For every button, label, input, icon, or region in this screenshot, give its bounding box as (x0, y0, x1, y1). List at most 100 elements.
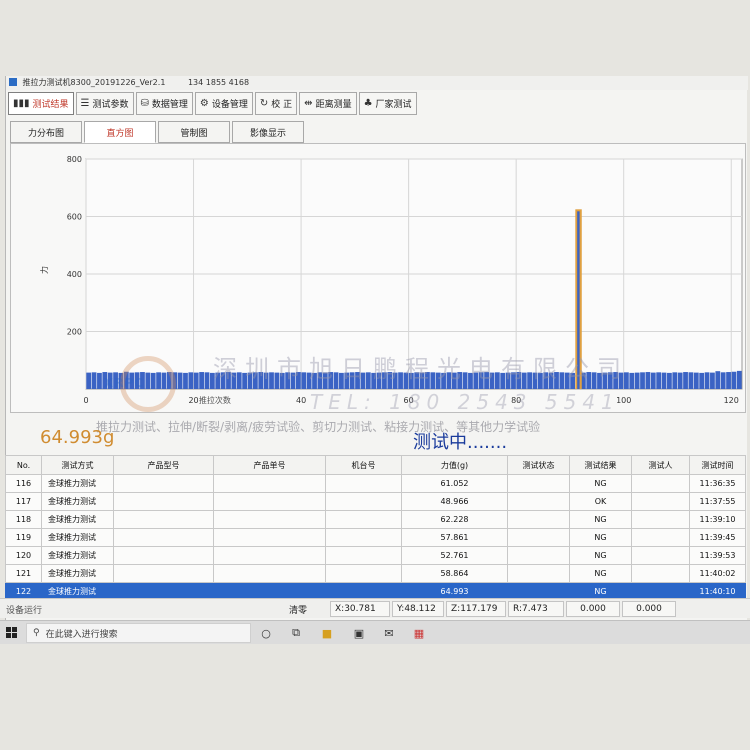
histogram-bar (699, 372, 705, 389)
column-header[interactable]: 产品单号 (213, 455, 326, 475)
table-row[interactable]: 117 金球推力测试 48.966 OK 11:37:55 (5, 492, 746, 511)
column-header[interactable]: 测试时间 (689, 455, 746, 475)
y-tick-label: 800 (67, 155, 82, 164)
table-cell: 11:39:45 (689, 528, 746, 547)
histogram-bar (204, 372, 210, 389)
table-row[interactable]: 120 金球推力测试 52.761 NG 11:39:53 (5, 546, 746, 565)
toolbar-button-data-management[interactable]: ⛁ 数据管理 (135, 92, 193, 115)
windows-start-icon[interactable] (6, 627, 18, 639)
watermark-company: 深圳市旭日鹏程光电有限公司 (213, 355, 629, 383)
histogram-bar (693, 372, 699, 389)
table-cell: 金球推力测试 (41, 546, 114, 565)
gears-icon: ⚙ (199, 98, 209, 109)
sliders-icon: ☰ (80, 98, 90, 109)
mail-icon[interactable]: ✉ (380, 625, 398, 641)
table-cell: 金球推力测试 (41, 564, 114, 583)
watermark-logo-text: XRPC (104, 376, 145, 390)
store-icon[interactable]: ▣ (350, 625, 368, 641)
table-cell (213, 546, 326, 565)
toolbar-button-test-params[interactable]: ☰ 测试参数 (75, 92, 134, 115)
tab-control-chart[interactable]: 管制图 (158, 121, 230, 143)
tab-image-display[interactable]: 影像显示 (232, 121, 304, 143)
column-header[interactable]: 产品型号 (113, 455, 214, 475)
column-header[interactable]: 机台号 (325, 455, 402, 475)
table-cell (631, 564, 690, 583)
app-taskbar-icon[interactable]: ▦ (410, 625, 428, 641)
table-cell (631, 546, 690, 565)
table-cell: 119 (5, 528, 42, 547)
histogram-bar (640, 372, 645, 389)
histogram-bar (650, 372, 656, 389)
force-readout: 64.993g (40, 427, 115, 448)
toolbar-button-distance-measure[interactable]: ⇹ 距离测量 (299, 92, 357, 115)
table-cell (325, 510, 402, 529)
histogram-bar (629, 372, 635, 389)
x-tick-label: 120 (724, 396, 739, 405)
histogram-bar (634, 372, 640, 389)
column-header[interactable]: No. (5, 455, 42, 475)
x-tick-label: 20 (188, 396, 198, 405)
table-row[interactable]: 118 金球推力测试 62.228 NG 11:39:10 (5, 510, 746, 529)
table-cell (325, 492, 402, 511)
search-placeholder: 在此键入进行搜索 (45, 629, 118, 640)
table-row[interactable]: 121 金球推力测试 58.864 NG 11:40:02 (5, 564, 746, 583)
histogram-bar (704, 372, 710, 389)
main-toolbar: ▮▮▮ 测试结果 ☰ 测试参数 ⛁ 数据管理 ⚙ 设备管理 ↻ 校 正 ⇹ 距离… (8, 92, 417, 115)
phone-number: 134 1855 4168 (187, 78, 250, 87)
taskbar-search-input[interactable]: ⚲ 在此键入进行搜索 (26, 623, 251, 643)
table-cell: 金球推力测试 (41, 528, 114, 547)
refresh-icon: ↻ (259, 98, 269, 109)
table-cell (325, 546, 402, 565)
table-cell: 金球推力测试 (41, 474, 114, 493)
table-row[interactable]: 116 金球推力测试 61.052 NG 11:36:35 (5, 474, 746, 493)
toolbar-button-calibrate[interactable]: ↻ 校 正 (254, 92, 298, 115)
tab-force-distribution[interactable]: 力分布图 (10, 121, 82, 143)
column-header[interactable]: 测试结果 (569, 455, 632, 475)
table-cell (213, 492, 326, 511)
x-tick-label: 0 (83, 396, 88, 405)
table-cell (507, 564, 570, 583)
table-cell (507, 474, 570, 493)
table-body: 116 金球推力测试 61.052 NG 11:36:35 117 金球推力测试 48.966… (5, 474, 746, 601)
column-header[interactable]: 测试状态 (507, 455, 570, 475)
clear-button[interactable]: 清零 (285, 601, 329, 617)
histogram-bar (188, 372, 194, 389)
toolbar-button-device-management[interactable]: ⚙ 设备管理 (194, 92, 253, 115)
title-bar: 推拉力测试机8300_20191226_Ver2.1 134 1855 4168 (6, 76, 748, 90)
table-cell: 金球推力测试 (41, 510, 114, 529)
database-icon: ⛁ (140, 98, 149, 109)
table-cell (631, 528, 690, 547)
table-cell: 61.052 (401, 474, 508, 493)
toolbar-button-test-results[interactable]: ▮▮▮ 测试结果 (8, 92, 74, 115)
histogram-bar (193, 372, 199, 389)
tab-histogram[interactable]: 直方图 (84, 121, 156, 143)
file-explorer-icon[interactable]: ■ (318, 625, 336, 641)
table-cell (113, 546, 214, 565)
table-cell: 58.864 (401, 564, 508, 583)
column-header[interactable]: 力值(g) (401, 455, 508, 475)
y-tick-label: 200 (67, 328, 82, 337)
table-cell (631, 510, 690, 529)
table-cell (113, 510, 214, 529)
results-table: No. 测试方式 产品型号 产品单号 机台号 力值(g) 测试状态 测试结果 测试人 测试时间 1… (5, 455, 746, 601)
table-cell (113, 564, 214, 583)
cortana-icon[interactable]: ○ (258, 625, 274, 641)
table-header-row: No. 测试方式 产品型号 产品单号 机台号 力值(g) 测试状态 测试结果 测试人 测试时间 (5, 455, 746, 475)
histogram-bar (86, 372, 92, 389)
r-coordinate: R:7.473 (508, 601, 564, 617)
table-cell (631, 474, 690, 493)
toolbar-button-factory-test[interactable]: ♣ 厂家测试 (358, 92, 417, 115)
device-status-label: 设备运行 (6, 606, 43, 616)
task-view-icon[interactable]: ⧉ (288, 625, 304, 641)
table-row[interactable]: 119 金球推力测试 57.861 NG 11:39:45 (5, 528, 746, 547)
column-header[interactable]: 测试方式 (41, 455, 114, 475)
y-tick-label: 600 (67, 213, 82, 222)
x-axis-label: 推拉次数 (199, 395, 231, 405)
windows-taskbar: ⚲ 在此键入进行搜索 ○ ⧉ ■ ▣ ✉ ▦ (0, 620, 750, 644)
histogram-bar (736, 370, 742, 389)
column-header[interactable]: 测试人 (631, 455, 690, 475)
table-cell: 52.761 (401, 546, 508, 565)
table-cell: OK (569, 492, 632, 511)
table-cell (213, 564, 326, 583)
table-cell: 117 (5, 492, 42, 511)
